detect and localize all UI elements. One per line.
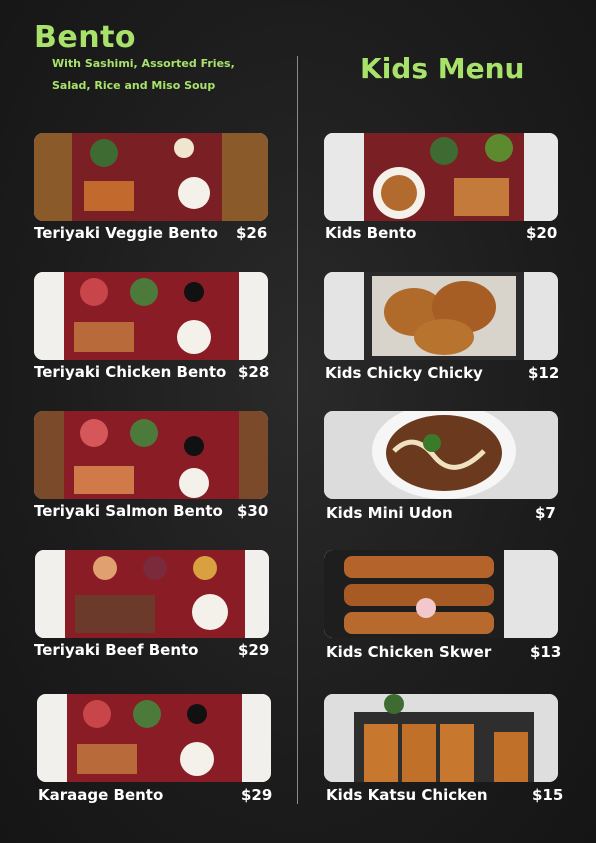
bento-photo-3: [34, 411, 268, 499]
item-price: $30: [237, 502, 269, 520]
item-name: Kids Chicken Skwer: [326, 643, 492, 661]
kids-photo-3: [324, 411, 558, 499]
bento-photo-1: [34, 133, 268, 221]
item-name: Kids Mini Udon: [326, 504, 453, 522]
bento-title: Bento: [34, 20, 137, 55]
item-name: Kids Bento: [325, 224, 417, 242]
item-name: Teriyaki Chicken Bento: [34, 363, 227, 381]
item-name: Karaage Bento: [38, 786, 164, 804]
item-price: $28: [238, 363, 270, 381]
item-price: $13: [530, 643, 562, 661]
kids-photo-4: [324, 550, 558, 638]
kids-menu-title: Kids Menu: [360, 52, 525, 85]
item-price: $12: [528, 364, 560, 382]
bento-subtitle-line2: Salad, Rice and Miso Soup: [52, 79, 216, 92]
item-name: Teriyaki Veggie Bento: [34, 224, 218, 242]
item-name: Teriyaki Beef Bento: [34, 641, 199, 659]
item-price: $15: [532, 786, 564, 804]
item-price: $7: [535, 504, 556, 522]
item-name: Kids Katsu Chicken: [326, 786, 488, 804]
kids-photo-1: [324, 133, 558, 221]
bento-photo-5: [37, 694, 271, 782]
kids-photo-5: [324, 694, 558, 782]
item-price: $29: [241, 786, 273, 804]
item-price: $29: [238, 641, 270, 659]
kids-photo-2: [324, 272, 558, 360]
bento-subtitle-line1: With Sashimi, Assorted Fries,: [52, 57, 235, 70]
item-price: $20: [526, 224, 558, 242]
item-price: $26: [236, 224, 268, 242]
column-divider: [297, 56, 298, 804]
item-name: Teriyaki Salmon Bento: [34, 502, 223, 520]
bento-photo-2: [34, 272, 268, 360]
bento-photo-4: [35, 550, 269, 638]
item-name: Kids Chicky Chicky: [325, 364, 483, 382]
